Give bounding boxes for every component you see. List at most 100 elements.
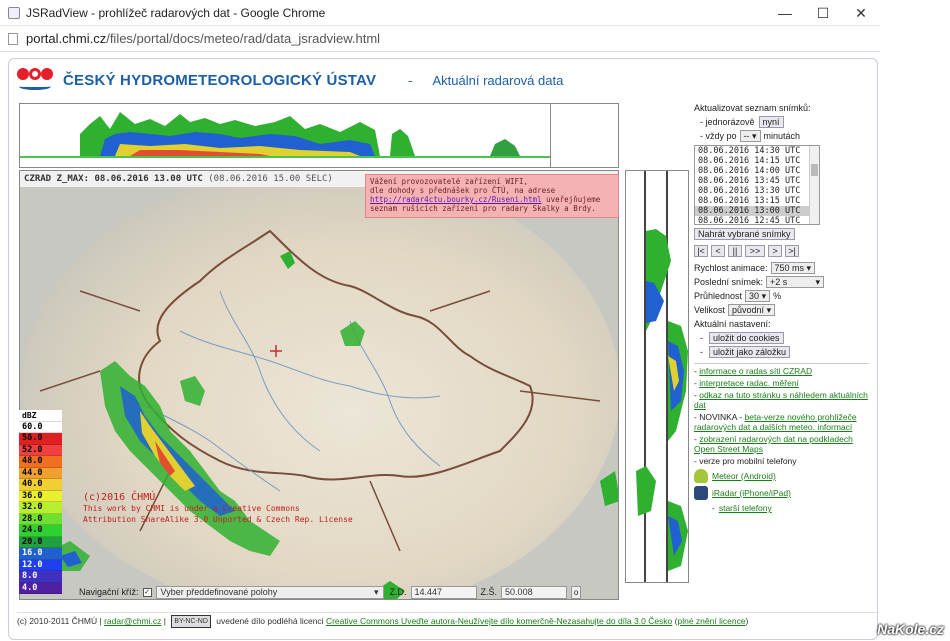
window-titlebar: JSRadView - prohlížeč radarových dat - G… [0,0,880,26]
info-link-item: - zobrazení radarových dat na podkladech… [694,434,869,454]
older-phones-link[interactable]: starší telefony [719,503,772,513]
load-frames-button[interactable]: Nahrát vybrané snímky [694,228,795,240]
refresh-interval-row: - vždy po -- ▾ minutách [694,129,869,143]
app-icon [8,6,20,19]
playback-controls: |< < || >> > >| [694,245,869,257]
brand-subtitle: Aktuální radarová data [432,72,564,88]
frame-list-item[interactable]: 08.06.2016 13:45 UTC [695,176,819,186]
address-bar[interactable]: portal.chmi.cz /files/portal/docs/meteo/… [0,26,880,52]
radar-map-graphic [20,171,618,599]
legend-entry: 32.0 [19,502,62,514]
prev-frame-button[interactable]: < [711,245,725,257]
site-watermark: NaKole.cz [877,621,944,637]
speed-label: Rychlost animace: [694,263,768,273]
map-copyright: (c)2016 ČHMÚ This work by CHMI is under … [83,492,353,525]
info-link[interactable]: odkaz na tuto stránku s náhledem aktuáln… [694,390,868,410]
preset-location-select[interactable]: Vyber předdefinované polohy ▾ [155,585,384,599]
info-link-item: - informace o radas síti CZRAD [694,366,869,376]
iradar-app-link[interactable]: iRadar (iPhone/iPad) [712,488,791,498]
center-button[interactable]: o [571,585,582,599]
info-link-prefix: - [694,390,697,400]
footer-copyright: (c) 2010-2011 ČHMÚ | [17,615,102,626]
legend-entry: 4.0 [19,582,62,594]
android-app-link[interactable]: Meteor (Android) [712,471,776,481]
longitude-field[interactable]: 14.447 [410,585,477,599]
iphone-icon [694,486,708,500]
legend-entry: 8.0 [19,571,62,583]
legend-entry: 48.0 [19,456,62,468]
wifi-notice: Vážení provozovatelé zařízení WIFI, dle … [365,174,619,218]
last-frame-button[interactable]: >| [785,245,799,257]
radar-profile-top [19,103,619,168]
notice-link[interactable]: http://radar4ctu.bourky.cz/Ruseni.html [370,195,542,204]
chmi-logo[interactable] [15,66,55,94]
size-select[interactable]: původní ▾ [728,304,776,316]
notice-line-4: seznam rušících zařízení pro radary Skal… [370,204,596,213]
map-copyright-line-3: Attribution ShareAlike 3.0 Unported & Cz… [83,515,353,524]
frame-list-item[interactable]: 08.06.2016 14:00 UTC [695,166,819,176]
radar-map[interactable]: CZRAD Z_MAX: 08.06.2016 13.00 UTC (08.06… [19,170,619,600]
refresh-interval-select[interactable]: -- ▾ [739,130,761,142]
info-link-prefix: - NOVINKA - [694,412,743,422]
first-frame-button[interactable]: |< [694,245,708,257]
address-path: /files/portal/docs/meteo/rad/data_jsradv… [106,31,381,46]
info-links: - informace o radas síti CZRAD - interpre… [694,366,869,454]
footer-licence-link[interactable]: Creative Commons Uveďte autora-Neužívejt… [326,616,672,626]
frame-list[interactable]: 08.06.2016 14:30 UTC 08.06.2016 14:15 UTC… [694,145,820,225]
info-link[interactable]: informace o radas síti CZRAD [699,366,812,376]
size-label: Velikost [694,305,726,315]
control-panel: Aktualizovat seznam snímků: - jednorázov… [694,103,869,513]
legend-header: dBZ [19,410,62,422]
refresh-now-button[interactable]: nyní [758,116,784,128]
settings-label: Aktuální nastavení: [694,319,771,329]
latitude-field[interactable]: 50.008 [501,585,568,599]
minimize-button[interactable]: — [766,0,804,26]
speed-select[interactable]: 750 ms ▾ [770,262,816,274]
next-frame-button[interactable]: > [768,245,782,257]
frame-list-item[interactable]: 08.06.2016 13:30 UTC [695,186,819,196]
frame-list-scrollbar[interactable] [809,146,819,224]
pause-button[interactable]: || [728,245,742,257]
maximize-button[interactable]: ☐ [804,0,842,26]
info-link[interactable]: interpretace radac. měření [699,378,799,388]
navigation-bar: Navigační kříž: ✓ Vyber předdefinované p… [79,584,619,600]
close-button[interactable]: ✕ [842,0,880,26]
frame-list-item[interactable]: 08.06.2016 13:00 UTC [695,206,819,216]
frame-list-item[interactable]: 08.06.2016 12:45 UTC [695,216,819,224]
nav-cross-label: Navigační kříž: [79,587,139,597]
opacity-select[interactable]: 30 ▾ [745,290,771,302]
address-host: portal.chmi.cz [26,31,107,46]
info-link-prefix: - [694,366,697,376]
info-link[interactable]: zobrazení radarových dat na podkladech O… [694,434,853,454]
preset-location-value: Vyber předdefinované polohy [160,587,278,597]
info-link-item: - NOVINKA - beta-verze nového prohlížeče… [694,412,869,432]
page-icon [8,32,18,45]
window-title: JSRadView - prohlížeč radarových dat - G… [26,5,326,20]
save-cookies-button[interactable]: uložit do cookies [709,332,784,344]
last-frame-select[interactable]: +2 s ▾ [766,276,825,288]
legend-entry: 36.0 [19,490,62,502]
radar-profile-side-graphic [636,171,688,582]
footer-full-licence-link[interactable]: plné znění licence [678,616,746,626]
play-button[interactable]: >> [745,245,765,257]
cc-badge-icon[interactable]: BY-NC-ND [171,615,211,628]
save-bookmark-button[interactable]: uložit jako záložku [709,346,791,358]
nav-cross-checkbox[interactable]: ✓ [142,587,152,597]
opacity-label: Průhlednost [694,291,743,301]
last-frame-value: +2 s [770,277,788,287]
brand-header: ČESKÝ HYDROMETEOROLOGICKÝ ÚSTAV - Aktuál… [15,65,865,95]
info-link-prefix: - [694,434,697,444]
opacity-value: 30 [749,291,760,301]
info-link-item: - interpretace radac. měření [694,378,869,388]
frame-list-item[interactable]: 08.06.2016 14:30 UTC [695,146,819,156]
map-product-time: CZRAD Z_MAX: 08.06.2016 13.00 UTC [24,174,203,184]
legend-entry: 56.0 [19,433,62,445]
speed-value: 750 ms [774,263,805,273]
frame-list-item[interactable]: 08.06.2016 13:15 UTC [695,196,819,206]
opacity-unit: % [773,291,782,301]
mobile-label: - verze pro mobilní telefony [694,456,797,466]
frame-list-item[interactable]: 08.06.2016 14:15 UTC [695,156,819,166]
footer-email-link[interactable]: radar@chmi.cz [104,616,161,626]
legend-entry: 24.0 [19,525,62,537]
footer-pipe: | [163,615,166,626]
